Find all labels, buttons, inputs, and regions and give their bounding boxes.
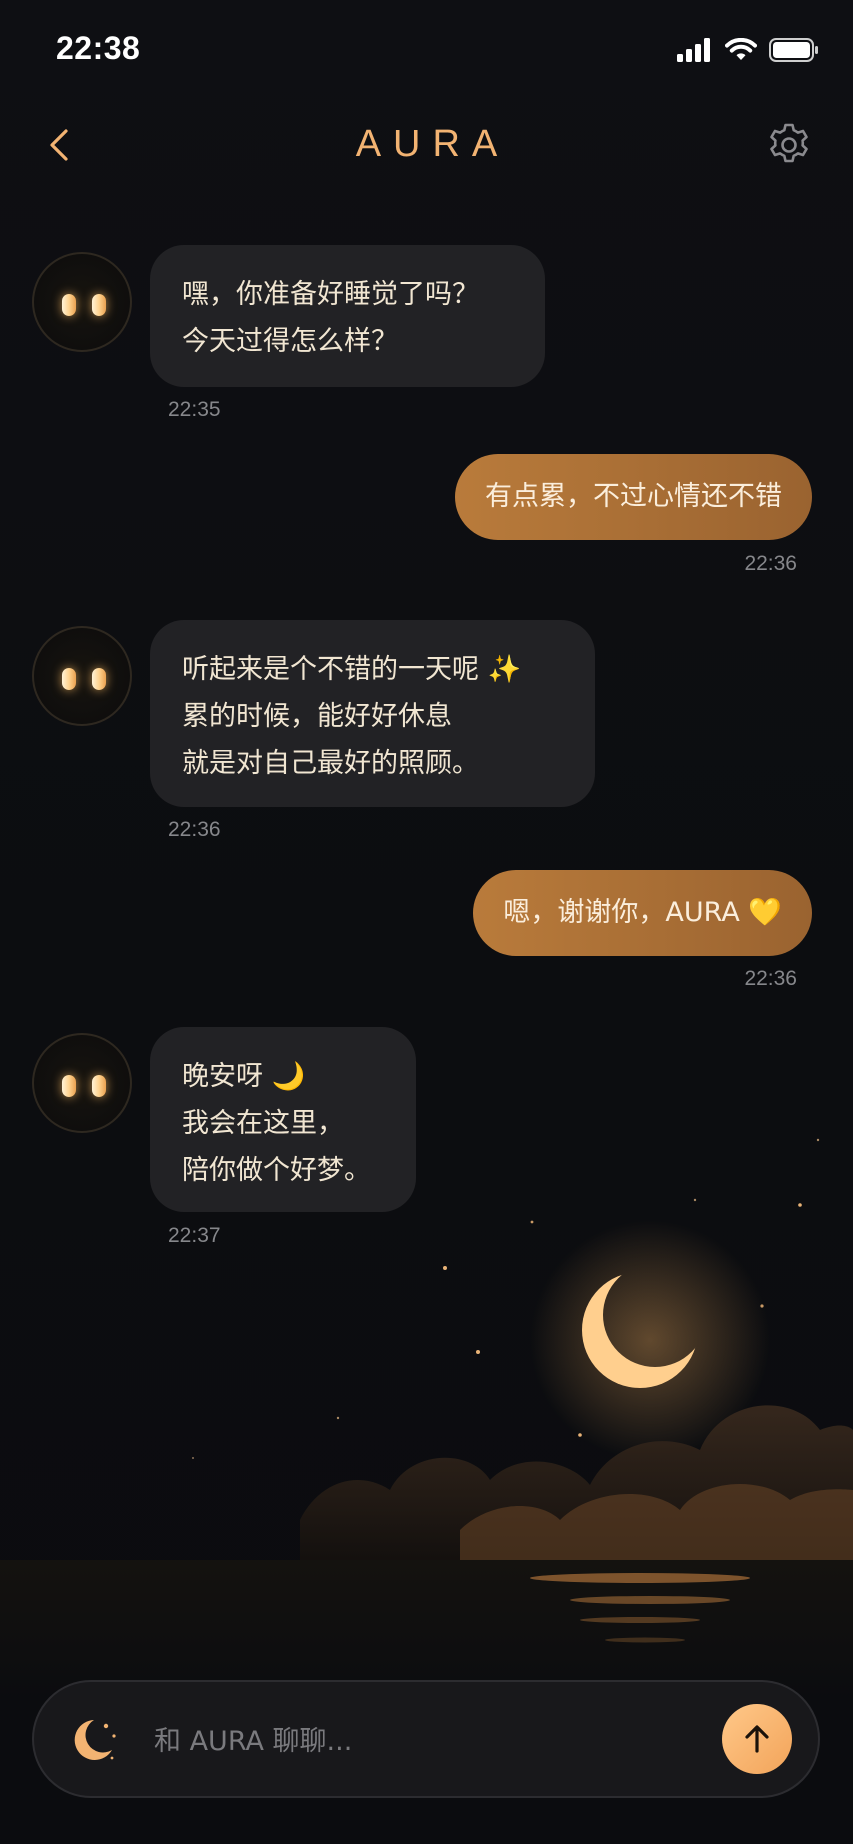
- avatar-eye-icon: [62, 668, 76, 690]
- aura-avatar: [32, 252, 132, 352]
- message-timestamp: 22:37: [168, 1224, 221, 1247]
- chat-screen: 22:38 AURA 嘿，你准备好睡觉了吗？ 今天过得怎么样？ 22:35 有点…: [0, 0, 853, 1844]
- ai-message-bubble: 嘿，你准备好睡觉了吗？ 今天过得怎么样？: [150, 245, 545, 387]
- ai-message-bubble: 晚安呀 🌙 我会在这里， 陪你做个好梦。: [150, 1027, 416, 1212]
- aura-avatar: [32, 1033, 132, 1133]
- aura-avatar: [32, 626, 132, 726]
- message-timestamp: 22:36: [744, 967, 797, 990]
- avatar-eye-icon: [62, 294, 76, 316]
- avatar-eye-icon: [62, 1075, 76, 1097]
- avatar-eye-icon: [92, 668, 106, 690]
- moon-stars-icon: [74, 1720, 116, 1760]
- user-message-bubble: 嗯，谢谢你，AURA 💛: [473, 870, 812, 956]
- send-button[interactable]: [722, 1704, 792, 1774]
- ai-message-bubble: 听起来是个不错的一天呢 ✨ 累的时候，能好好休息 就是对自己最好的照顾。: [150, 620, 595, 807]
- message-timestamp: 22:35: [168, 398, 221, 421]
- avatar-eye-icon: [92, 294, 106, 316]
- message-timestamp: 22:36: [744, 552, 797, 575]
- user-message-bubble: 有点累，不过心情还不错: [455, 454, 812, 540]
- message-timestamp: 22:36: [168, 818, 221, 841]
- arrow-up-icon: [745, 1725, 769, 1753]
- sleep-mode-button[interactable]: [66, 1710, 126, 1770]
- message-composer: [32, 1680, 820, 1798]
- avatar-eye-icon: [92, 1075, 106, 1097]
- message-input[interactable]: [152, 1712, 716, 1770]
- message-list: 嘿，你准备好睡觉了吗？ 今天过得怎么样？ 22:35 有点累，不过心情还不错 2…: [0, 0, 853, 1300]
